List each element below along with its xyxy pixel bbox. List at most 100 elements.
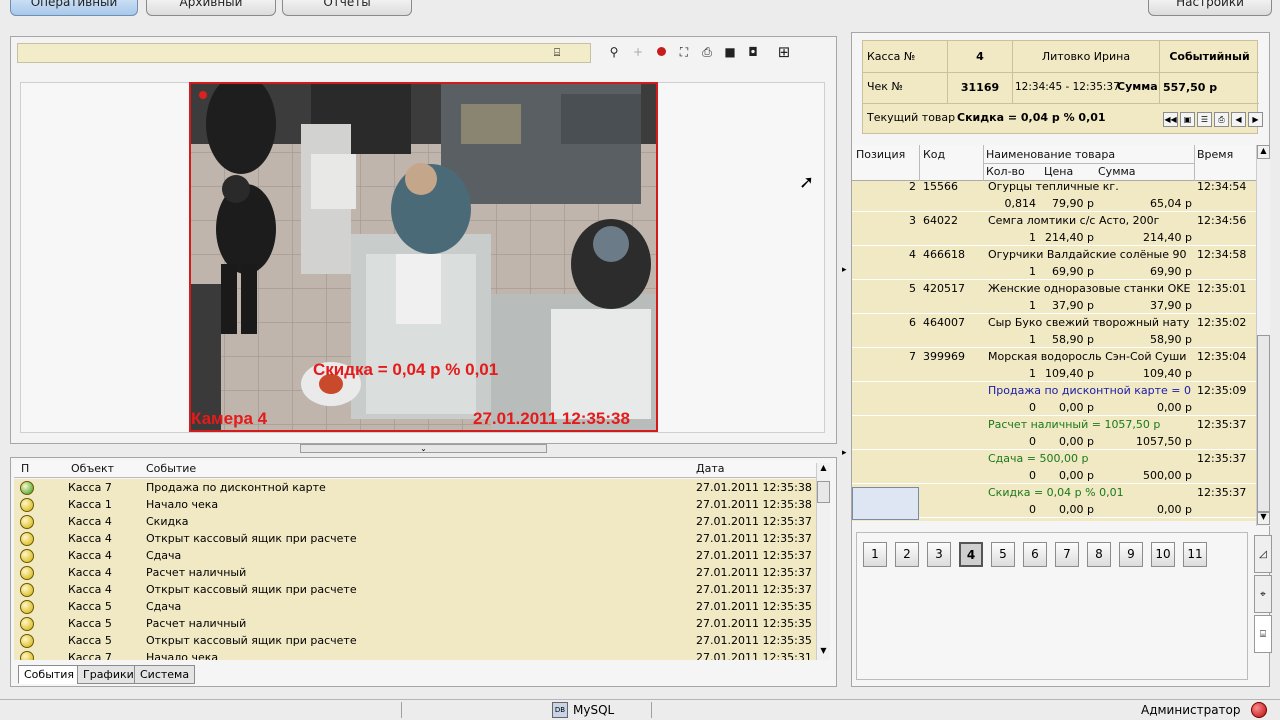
- run-icon[interactable]: ⚲: [606, 44, 622, 60]
- video-camera-icon[interactable]: ■: [722, 44, 738, 60]
- first-icon[interactable]: ◀◀: [1163, 112, 1178, 127]
- event-object: Касса 7: [68, 651, 112, 660]
- event-row[interactable]: Касса 4 Сдача 27.01.2011 12:35:37: [14, 547, 816, 564]
- tab-reports[interactable]: Отчеты: [282, 0, 412, 16]
- event-row[interactable]: Касса 5 Открыт кассовый ящик при расчете 2…: [14, 632, 816, 649]
- tab-settings[interactable]: Настройки: [1148, 0, 1272, 16]
- position-row[interactable]: 5 420517 Женские одноразовые станки OKE 12:…: [852, 280, 1256, 314]
- scroll-up-icon[interactable]: ▲: [1257, 145, 1270, 159]
- list-icon[interactable]: ☰: [1197, 112, 1212, 127]
- position-row[interactable]: Расчет наличный = 1057,50 р 12:35:37 0 0,00…: [852, 416, 1256, 450]
- event-row[interactable]: Касса 4 Расчет наличный 27.01.2011 12:35:3…: [14, 564, 816, 581]
- col-price: Цена: [1044, 165, 1074, 178]
- event-row[interactable]: Касса 4 Скидка 27.01.2011 12:35:37: [14, 513, 816, 530]
- event-object: Касса 4: [68, 566, 112, 579]
- kassa-button-10[interactable]: 10: [1151, 542, 1175, 567]
- events-table-header: П Объект Событие Дата: [14, 461, 816, 478]
- export-icon[interactable]: ⎙: [699, 44, 715, 60]
- position-sum: 37,90 р: [1150, 299, 1192, 312]
- tab-graphs[interactable]: Графики: [77, 665, 140, 684]
- kassa-button-2[interactable]: 2: [895, 542, 919, 567]
- event-object: Касса 4: [68, 549, 112, 562]
- kassa-button-11[interactable]: 11: [1183, 542, 1207, 567]
- positions-header: Позиция Код Наименование товара Время Ко…: [852, 145, 1256, 181]
- splitter-handle[interactable]: ⌄: [300, 444, 547, 453]
- collapse-right-arrow-icon-2[interactable]: ▸: [842, 448, 850, 460]
- position-time: 12:34:56: [1197, 214, 1247, 227]
- tab-system[interactable]: Система: [134, 665, 196, 684]
- print-icon[interactable]: ⎙: [1214, 112, 1229, 127]
- tab-operative[interactable]: Оперативный: [10, 0, 138, 16]
- event-name: Начало чека: [146, 498, 219, 511]
- position-name: Продажа по дисконтной карте = 0: [988, 384, 1191, 397]
- position-row[interactable]: 6 464007 Сыр Буко свежий творожный нату 12:…: [852, 314, 1256, 348]
- kassa-button-5[interactable]: 5: [991, 542, 1015, 567]
- prev-icon[interactable]: ◀: [1231, 112, 1246, 127]
- event-row[interactable]: Касса 4 Открыт кассовый ящик при расчете 2…: [14, 581, 816, 598]
- position-price: 0,00 р: [1059, 435, 1094, 448]
- position-row[interactable]: Сдача = 500,00 р 12:35:37 0 0,00 р 500,00 р: [852, 450, 1256, 484]
- scroll-thumb[interactable]: [1257, 335, 1270, 513]
- event-row[interactable]: Касса 5 Расчет наличный 27.01.2011 12:35:3…: [14, 615, 816, 632]
- position-row[interactable]: 2 15566 Огурцы тепличные кг. 12:34:54 0,814 7…: [852, 181, 1256, 212]
- events-scrollbar[interactable]: ▲ ▼: [816, 463, 830, 660]
- event-row[interactable]: Касса 7 Начало чека 27.01.2011 12:35:31: [14, 649, 816, 660]
- tab-events[interactable]: События: [18, 665, 81, 684]
- cashier-name: Литовко Ирина: [1041, 50, 1131, 63]
- kassa-button-6[interactable]: 6: [1023, 542, 1047, 567]
- record-icon[interactable]: [653, 44, 669, 60]
- position-number: 3: [909, 214, 916, 227]
- event-row[interactable]: Касса 1 Начало чека 27.01.2011 12:35:38: [14, 496, 816, 513]
- position-sum: 58,90 р: [1150, 333, 1192, 346]
- snapshot-icon[interactable]: ◘: [745, 44, 761, 60]
- selected-cell[interactable]: [852, 487, 919, 520]
- side-tab-3-icon[interactable]: ⌸: [1254, 615, 1272, 653]
- divider: [919, 145, 920, 181]
- fullscreen-icon[interactable]: ⛶: [676, 44, 692, 60]
- kassa-button-4[interactable]: 4: [959, 542, 983, 567]
- tab-archive[interactable]: Архивный: [146, 0, 276, 16]
- divider: [651, 702, 652, 718]
- camera-4-view[interactable]: Скидка = 0,04 р % 0,01 Камера 4 27.01.20…: [189, 82, 658, 432]
- position-qty: 1: [1029, 231, 1036, 244]
- grid-layout-icon[interactable]: ⊞: [776, 44, 792, 60]
- event-row[interactable]: Касса 5 Сдача 27.01.2011 12:35:35: [14, 598, 816, 615]
- check-label: Чек №: [867, 80, 903, 93]
- event-date: 27.01.2011 12:35:37: [696, 532, 812, 545]
- status-indicator-icon: [20, 566, 34, 580]
- position-qty: 1: [1029, 367, 1036, 380]
- kassa-button-3[interactable]: 3: [927, 542, 951, 567]
- event-row[interactable]: Касса 4 Открыт кассовый ящик при расчете 2…: [14, 530, 816, 547]
- status-indicator-icon: [20, 532, 34, 546]
- position-number: 7: [909, 350, 916, 363]
- scroll-down-icon[interactable]: ▼: [1257, 511, 1270, 525]
- position-row[interactable]: 3 64022 Семга ломтики с/с Асто, 200г 12:34:…: [852, 212, 1256, 246]
- position-sum: 69,90 р: [1150, 265, 1192, 278]
- event-row[interactable]: Касса 7 Продажа по дисконтной карте 27.01.…: [14, 479, 816, 496]
- scroll-down-icon[interactable]: ▼: [817, 646, 830, 659]
- position-row[interactable]: Продажа по дисконтной карте = 0 12:35:09 0…: [852, 382, 1256, 416]
- side-tab-2-icon[interactable]: ⌖: [1254, 575, 1272, 613]
- scroll-thumb[interactable]: [817, 481, 830, 503]
- next-icon[interactable]: ▶: [1248, 112, 1263, 127]
- event-date: 27.01.2011 12:35:35: [696, 600, 812, 613]
- ptz-icon[interactable]: +: [630, 44, 646, 60]
- position-row[interactable]: 7 399969 Морская водоросль Сэн-Сой Суши 12:…: [852, 348, 1256, 382]
- position-qty: 0: [1029, 435, 1036, 448]
- kassa-button-9[interactable]: 9: [1119, 542, 1143, 567]
- position-row[interactable]: 4 466618 Огурчики Валдайские солёные 90 12:…: [852, 246, 1256, 280]
- event-object: Касса 4: [68, 532, 112, 545]
- collapse-right-arrow-icon[interactable]: ▸: [842, 265, 850, 277]
- receipt-icon[interactable]: ▣: [1180, 112, 1195, 127]
- side-tab-1-icon[interactable]: ◿: [1254, 535, 1272, 573]
- col-name: Наименование товара: [986, 148, 1116, 161]
- position-sum: 214,40 р: [1143, 231, 1192, 244]
- kassa-button-1[interactable]: 1: [863, 542, 887, 567]
- scroll-up-icon[interactable]: ▲: [817, 463, 830, 476]
- positions-scrollbar[interactable]: ▲ ▼: [1256, 145, 1270, 526]
- camera-selector[interactable]: [17, 43, 591, 63]
- kassa-button-7[interactable]: 7: [1055, 542, 1079, 567]
- divider: [1194, 145, 1195, 181]
- kassa-button-8[interactable]: 8: [1087, 542, 1111, 567]
- camera-icon[interactable]: ⌸: [548, 44, 566, 62]
